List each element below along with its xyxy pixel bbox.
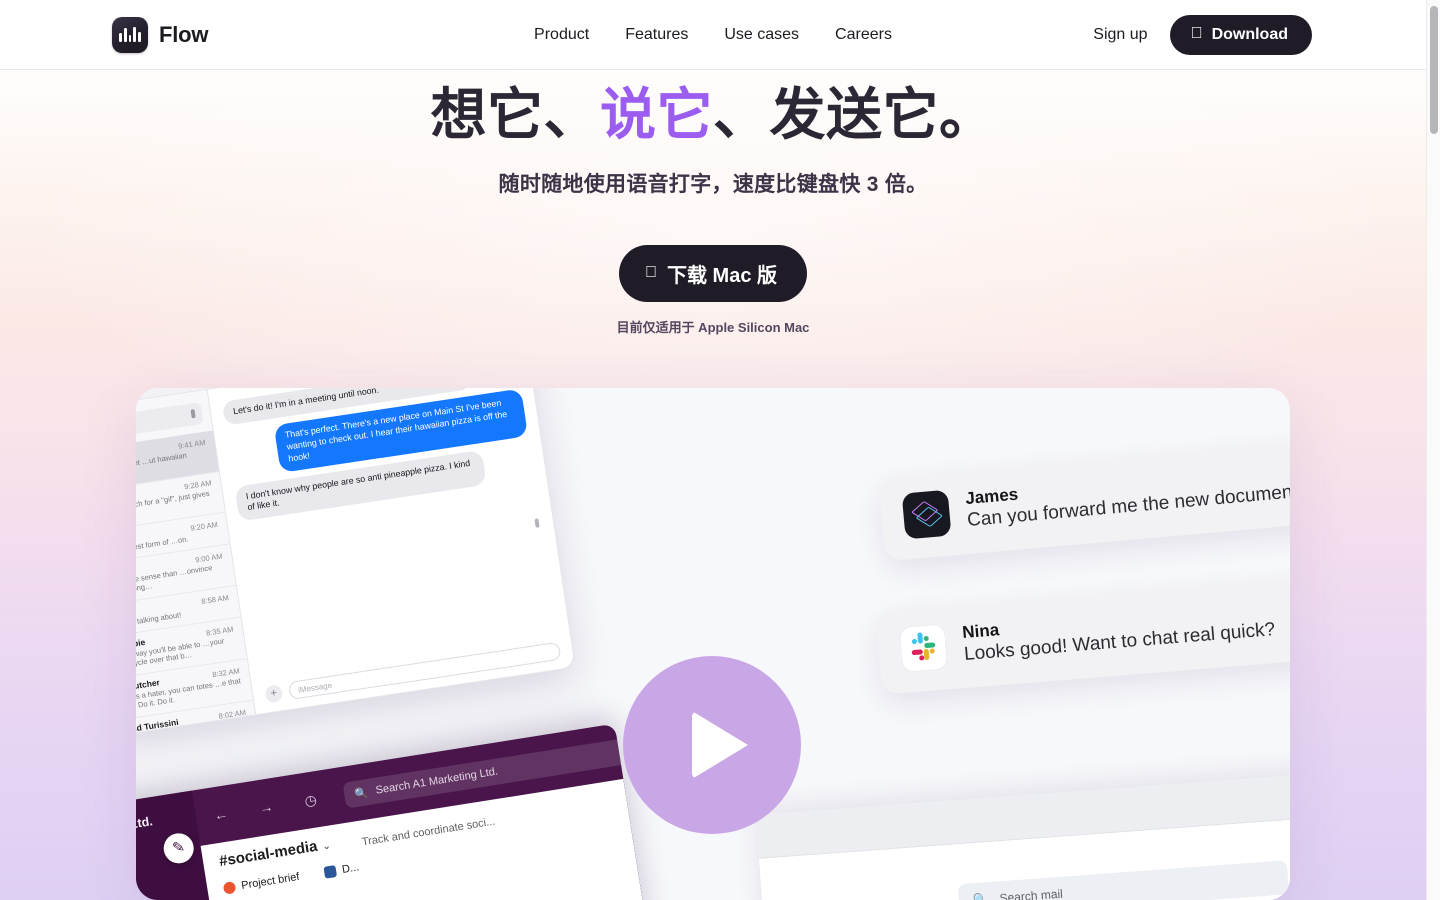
linear-app-icon	[901, 489, 952, 540]
imessage-thread: Let's do it! I'm in a meeting until noon…	[207, 388, 575, 715]
chevron-down-icon: ⌄	[321, 840, 332, 853]
download-mac-button-label: 下载 Mac 版	[660, 265, 777, 288]
hero-subtitle: 随时随地使用语音打字，速度比键盘快 3 倍。	[498, 173, 928, 197]
page-title: 想它、说它、发送它。	[0, 81, 1426, 148]
cta-availability-note: 目前仅适用于 Apple Silicon Mac	[616, 320, 810, 336]
brand-name: Flow	[159, 21, 209, 47]
conversation-time: 8:02 AM	[217, 707, 247, 721]
page-scrollbar[interactable]	[1426, 0, 1440, 900]
slack-history-nav[interactable]: ← → ◷	[213, 789, 332, 824]
pdf-file-icon	[222, 881, 237, 895]
top-navigation-bar: Flow Product Features Use cases Careers …	[0, 0, 1426, 70]
apple-logo-icon: 	[1191, 25, 1203, 42]
download-mac-button[interactable]:  下载 Mac 版	[618, 245, 808, 303]
waveform-bars-icon	[112, 16, 148, 53]
slack-window-mock: ...rketing Ltd. ...ts ✎ ← → ◷ 🔍 Search A…	[136, 723, 651, 900]
message-input[interactable]: iMessage	[287, 641, 562, 700]
apple-logo-icon: 	[645, 264, 657, 281]
word-file-icon	[323, 865, 338, 879]
hero-title-accent: 说它	[600, 83, 713, 146]
nav-item-product[interactable]: Product	[534, 26, 589, 44]
brand-logo-link[interactable]: Flow	[112, 16, 209, 53]
slack-tab-label: D...	[341, 861, 360, 876]
list-item[interactable]: …bee & Daisy 7:45 AM …ood morning! I've …	[136, 732, 257, 736]
scrollbar-thumb[interactable]	[1430, 6, 1438, 134]
play-icon	[692, 711, 748, 779]
play-video-button[interactable]	[623, 656, 801, 834]
search-icon: 🔍	[972, 892, 989, 900]
gmail-search-input[interactable]: 🔍 Search mail	[957, 860, 1290, 900]
add-attachment-icon[interactable]: +	[264, 683, 284, 704]
slack-channel-name[interactable]: #social-media ⌄	[218, 836, 332, 870]
nav-item-features[interactable]: Features	[625, 26, 688, 44]
notification-card-nina[interactable]: Nina Looks good! Want to chat real quick…	[875, 574, 1290, 695]
slack-channel-label: #social-media	[217, 837, 319, 871]
hero-cta-group:  下载 Mac 版 目前仅适用于 Apple Silicon Mac	[0, 245, 1426, 336]
nav-item-careers[interactable]: Careers	[835, 26, 892, 44]
nav-item-use-cases[interactable]: Use cases	[724, 26, 799, 44]
hero-title-part-2: 、发送它。	[713, 83, 996, 146]
imessage-window-mock: ...no 9:41 AM …why people get …ut hawaii…	[136, 388, 576, 737]
page-root: Flow Product Features Use cases Careers …	[0, 0, 1440, 900]
slack-app-icon	[898, 623, 949, 674]
nav-actions: Sign up  Download	[1093, 14, 1312, 55]
notification-text: James Can you forward me the new documen…	[964, 459, 1290, 534]
slack-pinned-tab-1[interactable]: Project brief	[222, 870, 301, 895]
download-button-label: Download	[1211, 25, 1288, 43]
slack-pinned-tab-2[interactable]: D...	[323, 861, 360, 879]
hero-video-preview[interactable]: ...no 9:41 AM …why people get …ut hawaii…	[136, 388, 1290, 900]
hero-section: 想它、说它、发送它。 随时随地使用语音打字，速度比键盘快 3 倍。  下载 M…	[0, 71, 1426, 336]
search-icon: 🔍	[353, 786, 369, 801]
slack-tab-label: Project brief	[240, 870, 301, 892]
primary-nav-links: Product Features Use cases Careers	[534, 26, 892, 44]
notification-card-james[interactable]: James Can you forward me the new documen…	[878, 437, 1290, 562]
microphone-icon[interactable]	[534, 518, 540, 528]
imessage-composer: + iMessage	[264, 641, 562, 704]
slack-channel-description: Track and coordinate soci...	[361, 815, 497, 849]
sign-up-link[interactable]: Sign up	[1093, 26, 1147, 44]
slack-search-placeholder: Search A1 Marketing Ltd.	[374, 765, 499, 797]
gmail-window-mock: ▾ ☰ Gmail 🔍 Search mail	[755, 769, 1290, 900]
conversation-name: …vid Turissini	[136, 716, 180, 735]
notification-text: Nina Looks good! Want to chat real quick…	[962, 597, 1277, 668]
download-button[interactable]:  Download	[1169, 14, 1312, 55]
hero-title-part-1: 想它、	[430, 83, 600, 146]
gmail-search-placeholder: Search mail	[999, 886, 1064, 900]
